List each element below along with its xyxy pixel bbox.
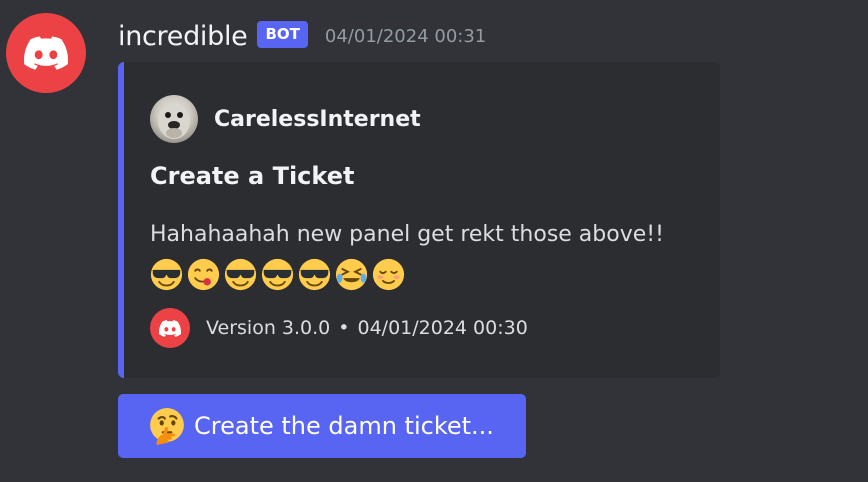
create-ticket-button-label: Create the damn ticket... — [194, 412, 494, 440]
embed-footer: Version 3.0.0 • 04/01/2024 00:30 — [150, 308, 528, 348]
footer-version: Version 3.0.0 — [206, 317, 331, 339]
create-ticket-button[interactable]: Create the damn ticket... — [118, 394, 526, 458]
emoji-row — [150, 258, 405, 291]
discord-logo-icon — [159, 320, 181, 337]
embed-author-avatar — [150, 95, 198, 143]
message-header: incredible BOT 04/01/2024 00:31 — [118, 18, 486, 54]
yum-emoji-icon — [187, 258, 220, 291]
bot-tag: BOT — [257, 20, 308, 48]
chat-message: incredible BOT 04/01/2024 00:31 Careless… — [0, 0, 868, 482]
embed-title: Create a Ticket — [150, 162, 355, 190]
username[interactable]: incredible — [118, 21, 248, 52]
sunglasses-emoji-icon — [261, 258, 294, 291]
discord-logo-icon — [24, 36, 68, 70]
relaxed-emoji-icon — [372, 258, 405, 291]
rofl-emoji-icon — [335, 258, 368, 291]
embed-accent-bar — [118, 62, 124, 378]
embed-description: Hahahaahah new panel get rekt those abov… — [150, 222, 664, 247]
sunglasses-emoji-icon — [298, 258, 331, 291]
embed-author-name: CarelessInternet — [214, 106, 421, 132]
footer-separator: • — [338, 317, 350, 339]
embed: CarelessInternet Create a Ticket Hahahaa… — [118, 62, 720, 378]
bot-avatar[interactable] — [6, 13, 86, 93]
message-timestamp[interactable]: 04/01/2024 00:31 — [325, 26, 486, 47]
sunglasses-emoji-icon — [224, 258, 257, 291]
seal-face-icon — [158, 103, 190, 139]
sunglasses-emoji-icon — [150, 258, 183, 291]
thinking-face-icon — [148, 407, 186, 445]
footer-avatar — [150, 308, 190, 348]
footer-text: Version 3.0.0 • 04/01/2024 00:30 — [206, 317, 528, 339]
footer-timestamp: 04/01/2024 00:30 — [357, 317, 528, 339]
embed-author: CarelessInternet — [150, 95, 421, 143]
